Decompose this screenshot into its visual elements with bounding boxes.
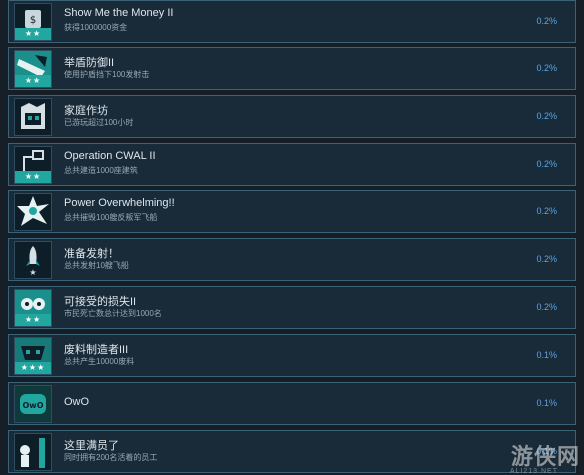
achievement-row[interactable]: ★★ 举盾防御II 使用护盾挡下100发射击 0.2%: [8, 47, 576, 90]
achievement-row[interactable]: ★★ 可接受的损失II 市民死亡数总计达到1000名 0.2%: [8, 286, 576, 329]
achievement-name: 废料制造者III: [64, 344, 129, 356]
unlock-percentage: 0.2%: [536, 111, 557, 121]
crowd-icon: [14, 433, 52, 471]
achievement-row[interactable]: Power Overwhelming!! 总共摧毁100艘反叛军飞船 0.2%: [8, 190, 576, 233]
achievement-description: 总共发射10艘飞船: [64, 261, 129, 270]
explosion-icon: [14, 193, 52, 231]
achievement-description: 市民死亡数总计达到1000名: [64, 309, 162, 318]
svg-text:★: ★: [29, 268, 36, 277]
svg-text:OwO: OwO: [23, 401, 44, 410]
unlock-percentage: 0.1%: [536, 350, 557, 360]
achievement-row[interactable]: 家庭作坊 已游玩超过100小时 0.2%: [8, 95, 576, 138]
achievement-description: 获得1000000资金: [64, 23, 128, 32]
watermark-logo: 游侠网: [510, 444, 580, 470]
unlock-percentage: 0.2%: [536, 206, 557, 216]
achievement-name: Show Me the Money II: [64, 7, 174, 19]
achievement-row[interactable]: $ ★★ Show Me the Money II 获得1000000资金 0.…: [8, 0, 576, 43]
achievement-name: Power Overwhelming!!: [64, 197, 175, 209]
achievement-name: Operation CWAL II: [64, 150, 156, 162]
owo-icon: OwO: [14, 385, 52, 423]
achievement-description: 总共摧毁100艘反叛军飞船: [64, 213, 158, 222]
star-rating: ★★★: [15, 362, 51, 374]
rocket-icon: ★ ★: [14, 241, 52, 279]
workshop-icon: [14, 98, 52, 136]
star-rating: ★★: [15, 171, 51, 183]
achievement-name: OwO: [64, 396, 90, 408]
unlock-percentage: 0.2%: [536, 302, 557, 312]
achievement-description: 总共建造1000座建筑: [64, 166, 138, 175]
skull-icon: ★★: [14, 289, 52, 327]
unlock-percentage: 0.1%: [536, 398, 557, 408]
achievement-name: 这里满员了: [64, 440, 119, 452]
money-icon: $ ★★: [14, 3, 52, 41]
construction-icon: ★★: [14, 146, 52, 184]
achievement-description: 已游玩超过100小时: [64, 118, 134, 127]
svg-text:$: $: [30, 15, 36, 26]
achievement-row[interactable]: ★★ Operation CWAL II 总共建造1000座建筑 0.2%: [8, 143, 576, 186]
achievement-description: 同时拥有200名活着的员工: [64, 453, 158, 462]
achievement-description: 总共产生10000废料: [64, 357, 135, 366]
unlock-percentage: 0.2%: [536, 254, 557, 264]
unlock-percentage: 0.2%: [536, 16, 557, 26]
star-rating: ★★: [15, 75, 51, 87]
watermark-subtext: ALI213.NET: [509, 468, 558, 475]
achievement-name: 可接受的损失II: [64, 296, 137, 308]
achievement-row[interactable]: ★★★ 废料制造者III 总共产生10000废料 0.1%: [8, 334, 576, 377]
achievement-description: 使用护盾挡下100发射击: [64, 70, 150, 79]
achievement-name: 准备发射！: [64, 248, 119, 260]
achievement-row[interactable]: OwO OwO 0.1%: [8, 382, 576, 425]
achievement-name: 家庭作坊: [64, 105, 108, 117]
shield-icon: ★★: [14, 50, 52, 88]
unlock-percentage: 0.2%: [536, 159, 557, 169]
unlock-percentage: 0.2%: [536, 63, 557, 73]
star-rating: ★★: [15, 314, 51, 326]
achievement-row[interactable]: ★ ★ 准备发射！ 总共发射10艘飞船 0.2%: [8, 238, 576, 281]
achievement-row[interactable]: 这里满员了 同时拥有200名活着的员工 0.1%: [8, 430, 576, 473]
achievement-name: 举盾防御II: [64, 57, 115, 69]
star-rating: ★★: [15, 28, 51, 40]
scrap-icon: ★★★: [14, 337, 52, 375]
